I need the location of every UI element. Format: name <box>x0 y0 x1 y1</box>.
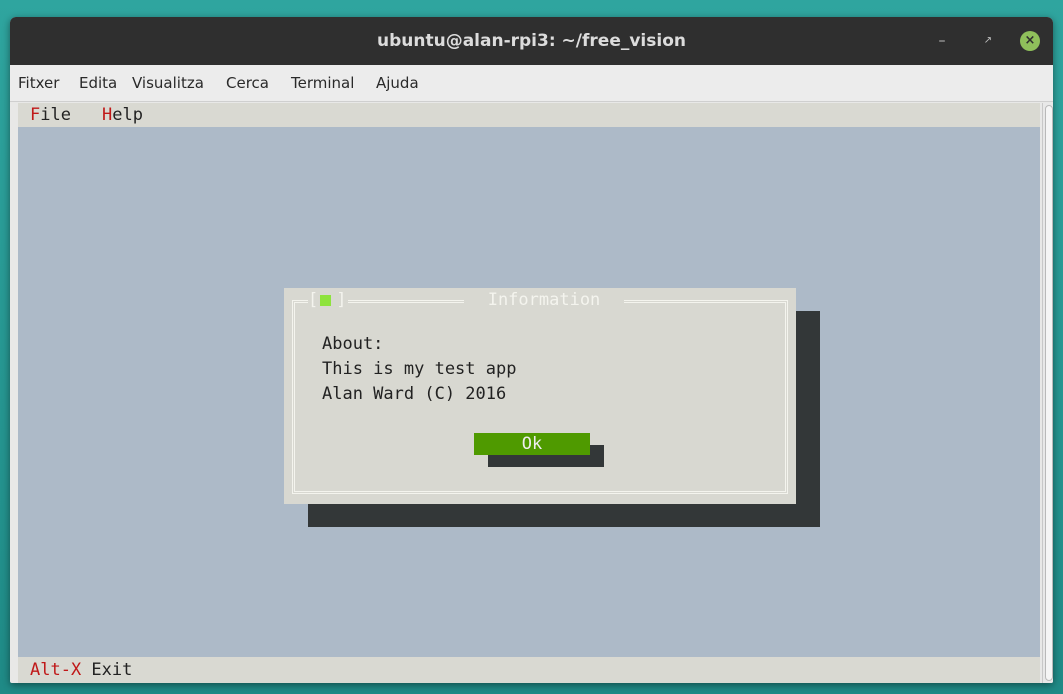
status-exit[interactable]: Alt-X Exit <box>30 657 132 683</box>
menu-visualitza[interactable]: Visualitza <box>132 65 204 101</box>
close-bracket-right: ] <box>336 290 347 310</box>
file-label: ile <box>40 105 71 125</box>
status-line: Alt-X Exit <box>18 657 1040 683</box>
exit-hotkey: Alt-X <box>30 660 82 680</box>
help-hotkey: H <box>102 105 113 125</box>
exit-label: Exit <box>81 660 133 680</box>
app-menu-file[interactable]: File <box>30 103 71 127</box>
maximize-icon[interactable]: ↗ <box>978 31 998 51</box>
terminal-menubar: Fitxer Edita Visualitza Cerca Terminal A… <box>10 65 1053 102</box>
dialog-text-line: Alan Ward (C) 2016 <box>322 384 507 404</box>
terminal-window: ubuntu@alan-rpi3: ~/free_vision – ↗ × Fi… <box>10 17 1053 683</box>
dialog-text-line: About: <box>322 334 384 354</box>
minimize-icon[interactable]: – <box>932 31 952 51</box>
file-hotkey: F <box>30 105 41 125</box>
window-title: ubuntu@alan-rpi3: ~/free_vision <box>377 31 686 51</box>
window-titlebar[interactable]: ubuntu@alan-rpi3: ~/free_vision – ↗ × <box>10 17 1053 65</box>
menu-cerca[interactable]: Cerca <box>226 65 269 101</box>
help-label: elp <box>112 105 143 125</box>
menu-terminal[interactable]: Terminal <box>291 65 354 101</box>
close-window-icon[interactable]: × <box>1020 31 1040 51</box>
app-menubar: File Help <box>18 103 1040 127</box>
terminal-screen[interactable]: File Help [] Information About: This is … <box>18 103 1040 683</box>
menu-edita[interactable]: Edita <box>79 65 117 101</box>
ok-button[interactable]: Ok <box>474 433 590 455</box>
dialog-close-button[interactable]: [] <box>308 288 348 312</box>
close-bracket-left: [ <box>308 290 319 310</box>
close-square-icon <box>320 295 331 306</box>
terminal-scrollbar[interactable] <box>1042 103 1053 683</box>
information-dialog: [] Information About: This is my test ap… <box>284 288 796 504</box>
dialog-text-line: This is my test app <box>322 359 517 379</box>
app-menu-help[interactable]: Help <box>102 103 143 127</box>
menu-ajuda[interactable]: Ajuda <box>376 65 419 101</box>
menu-fitxer[interactable]: Fitxer <box>18 65 59 101</box>
scrollbar-thumb[interactable] <box>1045 105 1053 681</box>
dialog-title: Information <box>464 288 624 312</box>
